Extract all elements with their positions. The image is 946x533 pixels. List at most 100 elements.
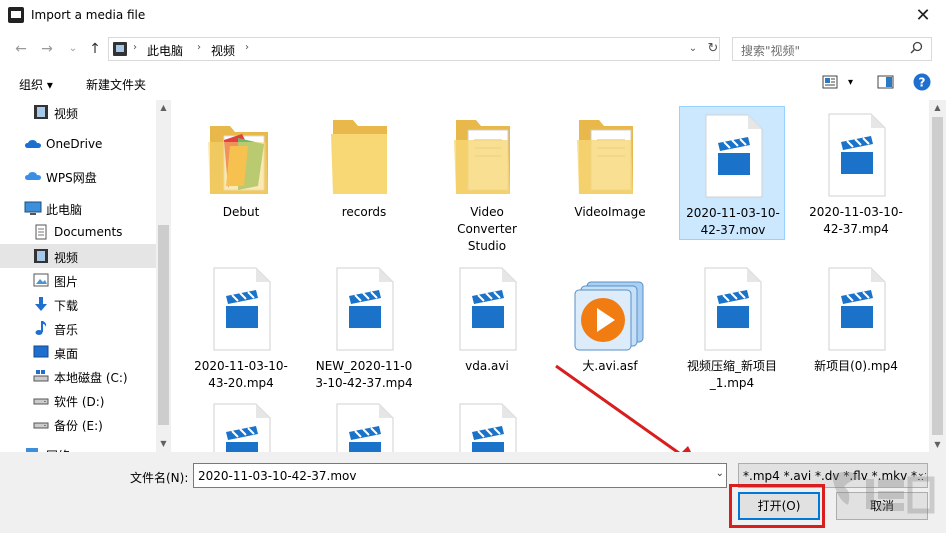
sidebar-item-music[interactable]: 音乐 xyxy=(0,316,156,340)
sidebar-item-videos-quick[interactable]: 视频 xyxy=(0,100,156,124)
scroll-down-button[interactable]: ▼ xyxy=(156,436,171,451)
sidebar-item-label: 视频 xyxy=(54,107,79,121)
up-button[interactable]: ↑ xyxy=(86,40,104,58)
file-item-debut[interactable]: Debut xyxy=(188,106,294,219)
video-folder-icon xyxy=(33,104,49,120)
sidebar-scrollbar[interactable]: ▲ ▼ xyxy=(156,100,171,452)
scrollbar-thumb[interactable] xyxy=(932,117,943,435)
video-file-icon xyxy=(213,267,271,351)
documents-icon xyxy=(33,224,49,240)
forward-button[interactable]: → xyxy=(38,40,56,58)
file-item-2020-11-03-10-42-37-mov[interactable]: 2020-11-03-10- 42-37.mov xyxy=(679,106,785,240)
video-file-icon xyxy=(704,267,762,351)
organize-menu-button[interactable]: 组织 ▾ xyxy=(19,76,53,93)
file-name: 2020-11-03-10- xyxy=(686,206,780,220)
file-item-vda-avi[interactable]: vda.avi xyxy=(434,260,540,394)
new-folder-button[interactable]: 新建文件夹 xyxy=(86,76,146,93)
file-item-2020-11-03-10-43-20-mp4[interactable]: 2020-11-03-10- 43-20.mp4 xyxy=(188,260,294,394)
sidebar-item-label: WPS网盘 xyxy=(46,171,97,185)
sidebar-item-label: Documents xyxy=(54,225,123,239)
breadcrumb-separator[interactable]: › xyxy=(245,42,249,53)
computer-icon xyxy=(24,200,42,216)
sidebar-item-drive-d[interactable]: 软件 (D:) xyxy=(0,388,156,412)
file-item-new-project-0-mp4[interactable]: 新项目(0).mp4 xyxy=(803,260,909,394)
file-name: 42-37.mp4 xyxy=(823,222,889,236)
file-name: 2020-11-03-10- xyxy=(194,359,288,373)
recent-locations-button[interactable]: ⌄ xyxy=(64,40,82,58)
close-button[interactable]: ✕ xyxy=(906,4,940,28)
chevron-down-icon[interactable]: ⌄ xyxy=(716,468,724,479)
video-file-icon xyxy=(336,403,394,452)
file-item-video-converter-studio[interactable]: Video Converter Studio xyxy=(434,106,540,253)
sidebar-item-label: 此电脑 xyxy=(46,203,83,217)
breadcrumb-separator[interactable]: › xyxy=(197,42,201,53)
preview-pane-icon[interactable] xyxy=(877,75,894,92)
sidebar-item-label: OneDrive xyxy=(46,137,103,151)
filename-label: 文件名(N): xyxy=(130,471,189,485)
video-file-icon xyxy=(459,267,517,351)
folder-icon xyxy=(454,120,510,194)
folder-icon xyxy=(331,120,387,194)
cloud-icon xyxy=(24,136,41,152)
filename-value: 2020-11-03-10-42-37.mov xyxy=(198,469,357,483)
sidebar-item-onedrive[interactable]: OneDrive xyxy=(0,132,156,156)
cloud-icon xyxy=(24,168,41,184)
video-file-icon xyxy=(336,267,394,351)
help-icon[interactable]: ? xyxy=(913,73,931,94)
drive-icon xyxy=(33,368,49,384)
svg-text:?: ? xyxy=(919,76,926,90)
sidebar-item-drive-e[interactable]: 备份 (E:) xyxy=(0,412,156,436)
download-icon xyxy=(33,296,49,312)
file-item-new-2020-11-03-10-42-37-mp4[interactable]: NEW_2020-11-0 3-10-42-37.mp4 xyxy=(311,260,417,394)
view-mode-icon[interactable] xyxy=(822,75,838,92)
file-name: 新项目(0).mp4 xyxy=(814,359,898,373)
file-item-partial[interactable] xyxy=(434,396,540,452)
file-name: records xyxy=(341,205,387,219)
sidebar-item-documents[interactable]: Documents xyxy=(0,220,156,244)
address-dropdown-button[interactable]: ⌄ xyxy=(685,40,701,58)
sidebar-item-drive-c[interactable]: 本地磁盘 (C:) xyxy=(0,364,156,388)
file-item-partial[interactable] xyxy=(188,396,294,452)
video-file-icon xyxy=(459,403,517,452)
music-icon xyxy=(33,320,49,336)
scroll-up-button[interactable]: ▲ xyxy=(156,100,171,115)
pictures-icon xyxy=(33,272,49,288)
media-player-icon xyxy=(574,281,644,351)
sidebar-item-wps-drive[interactable]: WPS网盘 xyxy=(0,164,156,188)
breadcrumb-separator[interactable]: › xyxy=(133,42,137,53)
sidebar-item-label: 软件 (D:) xyxy=(54,395,105,409)
refresh-button[interactable]: ↻ xyxy=(705,39,721,59)
back-button[interactable]: ← xyxy=(12,40,30,58)
sidebar-item-videos[interactable]: 视频 xyxy=(0,244,156,268)
toolbar: 组织 ▾ 新建文件夹 ▾ ? xyxy=(0,66,946,100)
app-icon xyxy=(8,7,24,23)
sidebar-item-label: 备份 (E:) xyxy=(54,419,103,433)
view-dropdown-button[interactable]: ▾ xyxy=(848,77,853,88)
window-title: Import a media file xyxy=(31,8,146,22)
drive-icon xyxy=(33,416,49,432)
navigation-bar: ← → ⌄ ↑ › 此电脑 › 视频 › ⌄ ↻ 搜索"视频" xyxy=(0,32,946,66)
file-item-videoimage[interactable]: VideoImage xyxy=(557,106,663,219)
video-file-icon xyxy=(828,113,886,197)
file-name: 3-10-42-37.mp4 xyxy=(315,376,413,390)
file-item-records[interactable]: records xyxy=(311,106,417,219)
file-list-scrollbar[interactable]: ▲ ▼ xyxy=(929,100,946,452)
scrollbar-thumb[interactable] xyxy=(158,225,169,425)
file-item-2020-11-03-10-42-37-mp4[interactable]: 2020-11-03-10- 42-37.mp4 xyxy=(803,106,909,240)
search-input[interactable]: 搜索"视频" xyxy=(732,37,932,61)
breadcrumb-this-pc[interactable]: 此电脑 xyxy=(147,42,183,59)
sidebar-item-label: 下载 xyxy=(54,299,79,313)
scroll-up-button[interactable]: ▲ xyxy=(929,100,946,115)
breadcrumb-videos[interactable]: 视频 xyxy=(211,42,235,59)
scroll-down-button[interactable]: ▼ xyxy=(929,437,946,452)
sidebar-item-downloads[interactable]: 下载 xyxy=(0,292,156,316)
address-bar[interactable]: › 此电脑 › 视频 › ⌄ ↻ xyxy=(108,37,720,61)
sidebar-item-network[interactable]: 网络 xyxy=(0,442,156,452)
sidebar-item-this-pc[interactable]: 此电脑 xyxy=(0,196,156,220)
file-name: Debut xyxy=(222,205,260,219)
file-item-partial[interactable] xyxy=(311,396,417,452)
sidebar-item-desktop[interactable]: 桌面 xyxy=(0,340,156,364)
filename-input[interactable]: 2020-11-03-10-42-37.mov ⌄ xyxy=(193,463,727,488)
sidebar-item-label: 本地磁盘 (C:) xyxy=(54,371,128,385)
sidebar-item-pictures[interactable]: 图片 xyxy=(0,268,156,292)
